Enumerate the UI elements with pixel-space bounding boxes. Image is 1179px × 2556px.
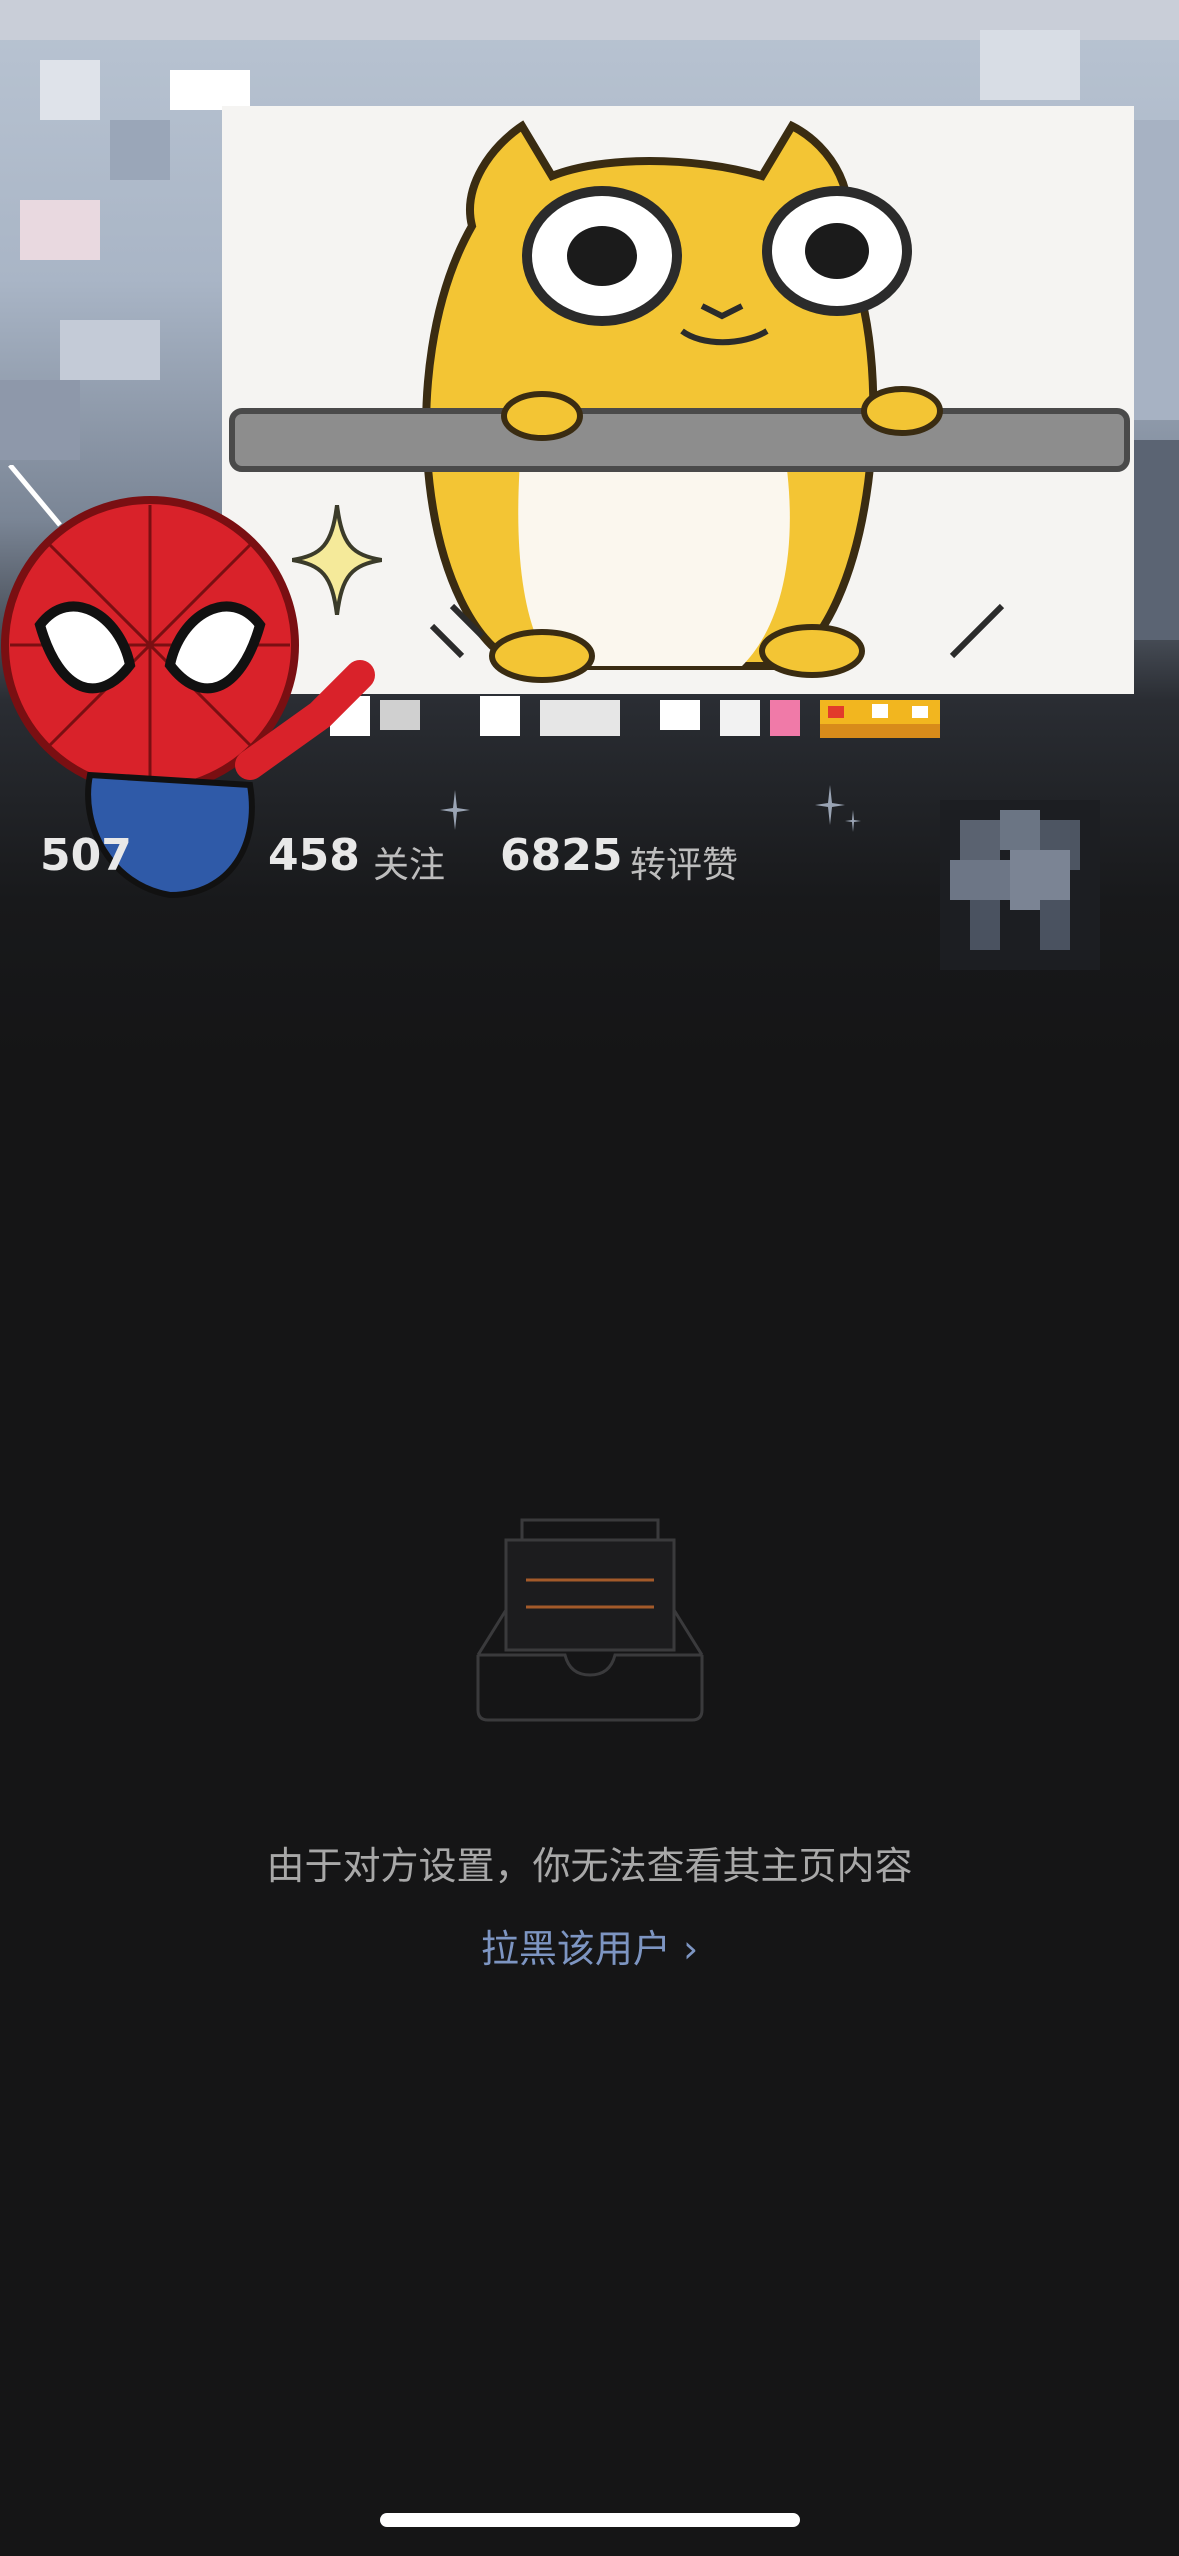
crown-badge-icon — [820, 700, 940, 738]
likes-count[interactable]: 6825 — [500, 830, 622, 881]
following-count[interactable]: 458 — [268, 830, 360, 881]
likes-label[interactable]: 转评赞 — [630, 836, 738, 888]
block-user-link[interactable]: 拉黑该用户 › — [0, 1918, 1179, 1973]
home-indicator[interactable] — [380, 2513, 800, 2527]
star-decoration-icon — [440, 790, 470, 830]
restricted-profile-message: 由于对方设置，你无法查看其主页内容 — [266, 1844, 913, 1888]
following-label[interactable]: 关注 — [373, 836, 445, 888]
inbox-tray-icon — [476, 1518, 704, 1722]
followers-count[interactable]: 507 — [40, 830, 132, 881]
sparkle-icon — [292, 505, 382, 615]
profile-stats: 507 458 关注 6825 转评赞 — [0, 830, 1179, 890]
